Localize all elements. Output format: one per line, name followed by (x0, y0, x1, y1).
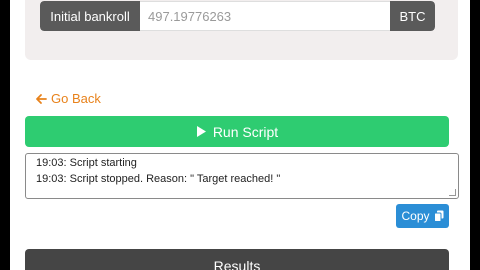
play-icon (196, 125, 207, 138)
run-script-label: Run Script (212, 123, 279, 140)
copy-button[interactable]: Copy (396, 204, 449, 228)
bankroll-label: Initial bankroll (40, 1, 140, 31)
bankroll-value-field[interactable]: 497.19776263 (140, 1, 390, 31)
bankroll-panel: Initial bankroll 497.19776263 BTC (25, 0, 458, 60)
page: Initial bankroll 497.19776263 BTC Go Bac… (10, 0, 470, 270)
results-title: Results (213, 258, 261, 270)
log-textarea[interactable]: 19:03: Script starting 19:03: Script sto… (25, 153, 459, 199)
copy-icon (433, 210, 444, 222)
run-script-button[interactable]: Run Script (25, 116, 449, 147)
resize-handle[interactable] (449, 189, 456, 196)
go-back-label: Go Back (51, 91, 101, 106)
go-back-link[interactable]: Go Back (35, 91, 101, 106)
bankroll-input-group: Initial bankroll 497.19776263 BTC (40, 1, 435, 31)
arrow-left-icon (35, 93, 47, 105)
currency-label: BTC (390, 1, 435, 31)
log-line: 19:03: Script stopped. Reason: " Target … (36, 173, 281, 185)
copy-label: Copy (401, 209, 430, 223)
results-header: Results (25, 249, 449, 270)
log-line: 19:03: Script starting (36, 157, 137, 169)
bankroll-value: 497.19776263 (148, 8, 232, 24)
